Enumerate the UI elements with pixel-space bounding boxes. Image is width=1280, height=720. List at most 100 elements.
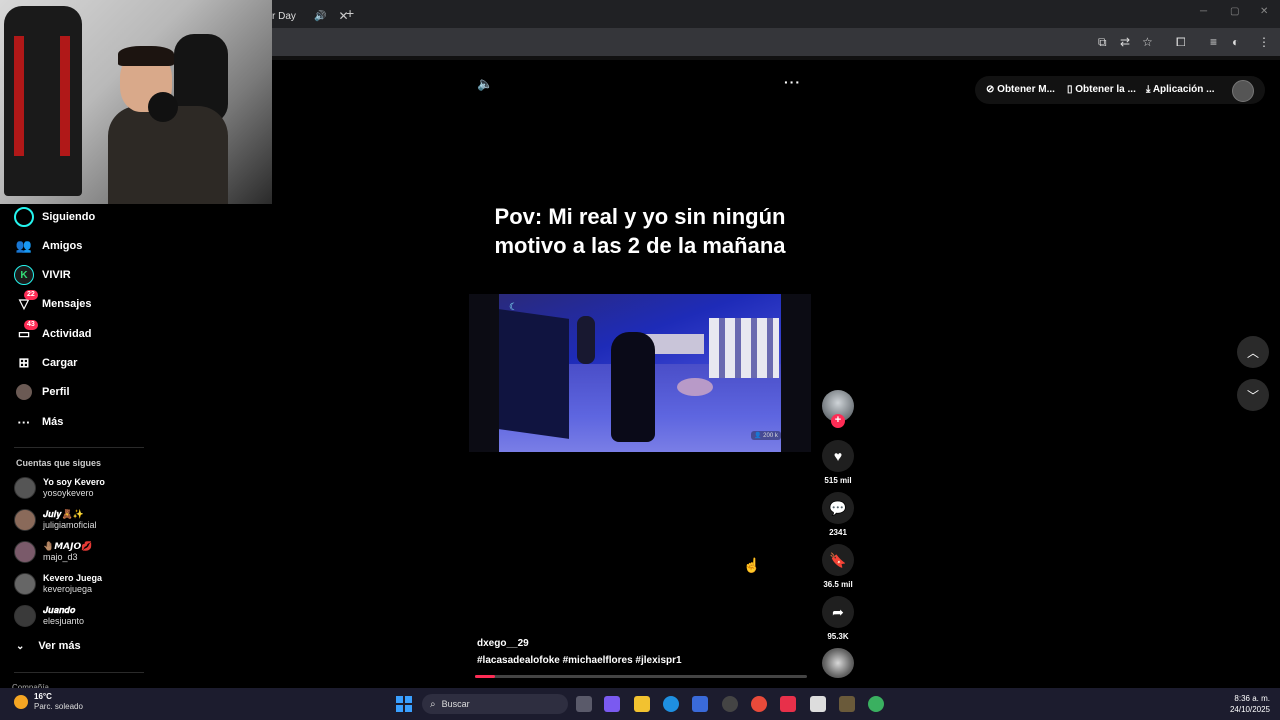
sidebar-item-activity[interactable]: ▭ 43 Actividad — [14, 320, 92, 346]
profile-avatar-icon — [14, 382, 34, 402]
followed-account[interactable]: 🤚🏽𝙈𝘼𝙅𝙊💋 majo_d3 — [14, 537, 92, 567]
volume-icon[interactable]: 🔈 — [477, 76, 493, 92]
translate-icon[interactable]: ⇄ — [1120, 35, 1130, 49]
close-window-icon[interactable]: ✕ — [1260, 6, 1268, 17]
chevron-up-icon: ︿ — [1246, 345, 1259, 360]
chrome-active-icon[interactable] — [868, 696, 884, 712]
video-author[interactable]: dxego__29 — [477, 638, 529, 649]
profile-icon[interactable]: ◐ — [1232, 35, 1239, 49]
activity-badge: 43 — [24, 320, 38, 330]
sidebar-item-more[interactable]: ··· Más — [14, 410, 64, 434]
account-username: majo_d3 — [43, 552, 78, 562]
next-video-button[interactable]: ﹀ — [1237, 379, 1269, 411]
share-button[interactable]: ➦ — [822, 596, 854, 628]
search-placeholder: Buscar — [441, 699, 470, 709]
taskbar-search[interactable]: ⌕ Buscar — [422, 694, 568, 714]
webcam-overlay — [0, 0, 272, 204]
task-view-icon[interactable] — [576, 696, 592, 712]
sun-icon — [14, 695, 28, 709]
store-icon[interactable] — [692, 696, 708, 712]
game-icon[interactable] — [839, 696, 855, 712]
download-icon: ⤓ — [1146, 84, 1153, 95]
media-control-icon[interactable]: ≡ — [1210, 35, 1217, 49]
taskbar-clock[interactable]: 8:36 a. m. 24/10/2025 — [1212, 693, 1270, 715]
new-tab-button[interactable]: + — [346, 5, 354, 21]
avatar — [14, 509, 36, 531]
see-more-button[interactable]: ⌄ Ver más — [16, 640, 81, 652]
streamer — [108, 44, 228, 204]
comment-count: 2341 — [829, 528, 847, 537]
follow-plus-button[interactable]: + — [831, 414, 845, 428]
live-icon: K — [14, 265, 34, 285]
embedded-video-frame: ☾ — [499, 294, 781, 452]
bookmark-star-icon[interactable]: ☆ — [1142, 35, 1153, 49]
see-more-label: Ver más — [38, 640, 81, 652]
sidebar-item-label: Cargar — [42, 357, 78, 369]
video-hashtags[interactable]: #lacasadealofoke #michaelflores #jlexisp… — [477, 655, 682, 666]
document-icon[interactable] — [810, 696, 826, 712]
upload-icon: ⊞ — [18, 355, 30, 370]
windows-start-icon[interactable] — [396, 696, 412, 712]
tiktok-icon[interactable] — [780, 696, 796, 712]
view-count: 👤 200 k — [751, 431, 781, 440]
get-coins-button[interactable]: ⊘ Obtener M... — [986, 84, 1055, 95]
sidebar-item-label: Perfil — [42, 386, 70, 398]
sidebar-item-following[interactable]: Siguiendo — [14, 205, 95, 229]
copilot-icon[interactable] — [604, 696, 620, 712]
messages-icon: ▽ 22 — [14, 290, 38, 314]
neon-sign: ☾ — [509, 302, 518, 313]
sidebar-item-upload[interactable]: ⊞ Cargar — [14, 351, 78, 375]
account-username: juligiamoficial — [43, 520, 97, 530]
extensions-icon[interactable]: ⧠ — [1176, 35, 1186, 50]
chrome-icon[interactable] — [751, 696, 767, 712]
edge-icon[interactable] — [663, 696, 679, 712]
weather-widget[interactable]: 16°C Parc. soleado — [14, 692, 83, 712]
get-app-button[interactable]: ▯ Obtener la ... — [1067, 84, 1136, 95]
save-count: 36.5 mil — [823, 580, 853, 589]
share-count: 95.3K — [827, 632, 849, 641]
followed-account[interactable]: 𝑱𝒖𝒂𝒏𝒅𝒐 elesjuanto — [14, 601, 84, 631]
minimize-icon[interactable]: ─ — [1200, 6, 1207, 17]
video-caption: Pov: Mi real y yo sin ningún motivo a la… — [494, 204, 786, 258]
tab-title: r Day — [272, 10, 296, 22]
speaker-icon[interactable]: 🔊 — [314, 11, 326, 22]
more-options-icon[interactable]: ··· — [784, 74, 801, 90]
clock-time: 8:36 a. m. — [1234, 694, 1270, 703]
sidebar-item-label: VIVIR — [42, 269, 71, 281]
sidebar-item-messages[interactable]: ▽ 22 Mensajes — [14, 290, 92, 316]
followed-account[interactable]: Yo soy Kevero yosoykevero — [14, 473, 105, 503]
followed-account[interactable]: 𝑱𝒖𝒍𝒚🧸✨ juligiamoficial — [14, 505, 97, 535]
avatar — [14, 573, 36, 595]
sidebar-item-label: Mensajes — [42, 298, 92, 310]
avatar — [14, 541, 36, 563]
account-name: 🤚🏽𝙈𝘼𝙅𝙊💋 — [43, 541, 93, 551]
install-icon[interactable]: ⧉ — [1098, 35, 1107, 50]
followed-account[interactable]: Kevero Juega keverojuega — [14, 569, 102, 599]
download-app-button[interactable]: ⤓ Aplicación ... — [1146, 84, 1215, 95]
sidebar-item-friends[interactable]: 👥 Amigos — [14, 234, 82, 258]
avatar — [14, 477, 36, 499]
like-button[interactable]: ♥ — [822, 440, 854, 472]
sidebar-item-label: Amigos — [42, 240, 83, 252]
obs-icon[interactable] — [722, 696, 738, 712]
file-explorer-icon[interactable] — [634, 696, 650, 712]
messages-badge: 22 — [24, 290, 38, 300]
sidebar-item-profile[interactable]: Perfil — [14, 380, 70, 404]
progress-fill — [475, 675, 495, 678]
sidebar-item-live[interactable]: K VIVIR — [14, 263, 71, 287]
menu-kebab-icon[interactable]: ⋮ — [1258, 35, 1270, 49]
search-icon: ⌕ — [430, 698, 436, 710]
more-icon: ··· — [17, 414, 31, 430]
maximize-icon[interactable]: ▢ — [1230, 6, 1239, 17]
save-button[interactable]: 🔖 — [822, 544, 854, 576]
comment-button[interactable]: 💬 — [822, 492, 854, 524]
avatar — [14, 605, 36, 627]
music-disc[interactable] — [822, 648, 854, 678]
heart-icon: ♥ — [833, 448, 843, 464]
address-bar[interactable]: ⧉ ⇄ ☆ ⧠ ≡ ◐ ⋮ — [272, 28, 1280, 56]
user-avatar[interactable] — [1232, 80, 1254, 102]
sidebar-divider — [14, 447, 144, 448]
previous-video-button[interactable]: ︿ — [1237, 336, 1269, 368]
sidebar-divider — [14, 672, 144, 673]
video-progress-bar[interactable] — [475, 675, 807, 678]
